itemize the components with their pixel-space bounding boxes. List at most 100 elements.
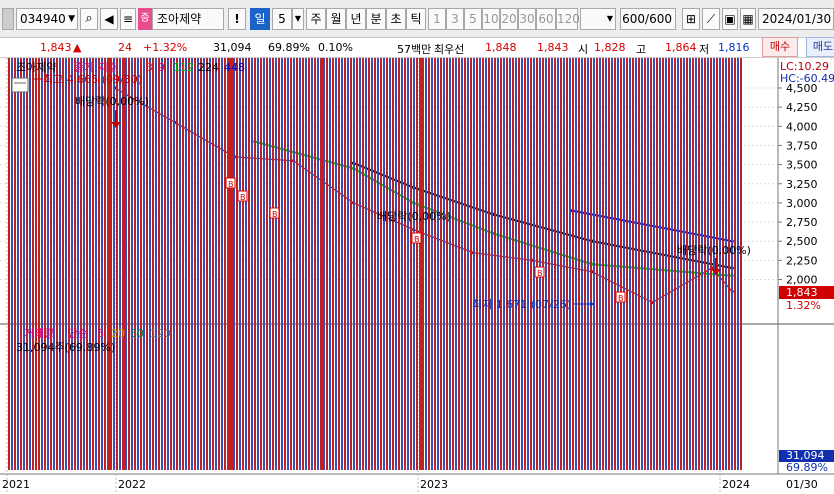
volume-bar (683, 58, 685, 470)
volume-bar (365, 58, 367, 470)
volume-bar (230, 58, 232, 470)
volume-bar (293, 58, 295, 470)
calendar-icon[interactable] (11, 77, 29, 93)
volume-bar (725, 58, 727, 471)
volume-bar (581, 58, 583, 470)
dividend-note-3: 배당락(0,00%) (677, 244, 751, 257)
volume-bar (38, 58, 40, 470)
period-day-button[interactable]: 일 (250, 8, 270, 30)
chevron-down-icon[interactable]: ▼ (68, 9, 75, 29)
volume-bar (518, 58, 520, 470)
period-tick-button[interactable]: 틱 (406, 8, 426, 30)
stock-chart[interactable]: 4,5004,2504,0003,7503,5003,2503,0002,750… (0, 58, 834, 494)
volume-bar (623, 58, 625, 470)
volume-bar (173, 58, 175, 470)
alert-button[interactable]: ! (228, 8, 246, 30)
volume-bar (383, 58, 385, 470)
calendar-icon[interactable]: ▦ (740, 8, 756, 30)
hc-value: HC:-60.49 (780, 72, 834, 85)
price-tick-label: 2,500 (786, 235, 818, 248)
volume-bar (473, 58, 475, 470)
up-arrow-icon: ▲ (73, 41, 82, 54)
minute-1-button[interactable]: 1 (428, 8, 446, 30)
volume-bar (269, 58, 271, 470)
volume-bar (566, 58, 568, 470)
minute-5-button[interactable]: 5 (464, 8, 482, 30)
search-icon[interactable]: ⌕ (80, 8, 98, 30)
sell-button[interactable]: 매도 (806, 37, 834, 57)
volume-bar (401, 58, 403, 470)
volume-bar (389, 58, 391, 470)
volume-bar (176, 58, 178, 470)
minute-20-button[interactable]: 20 (500, 8, 518, 30)
volume-bar (638, 58, 640, 471)
volume-bar (572, 58, 574, 470)
period-second-button[interactable]: 초 (386, 8, 406, 30)
minute-10-button[interactable]: 10 (482, 8, 500, 30)
quote-bar: 1,843 ▲ 24 +1.32% 31,094 69.89% 0.10% 57… (0, 38, 834, 58)
volume-bar (593, 58, 595, 470)
volume-bar (740, 58, 742, 470)
chevron-down-icon[interactable]: ▼ (292, 8, 304, 30)
volume-label: 거래량 (24, 327, 54, 340)
period-year-button[interactable]: 년 (346, 8, 366, 30)
minute-60-button[interactable]: 60 (536, 8, 556, 30)
volume-bar (413, 58, 415, 470)
period-week-button[interactable]: 주 (306, 8, 326, 30)
volume-bar (8, 58, 10, 470)
high-note: 최고 4,665 (09/30) (43, 73, 142, 86)
volume-bar (491, 58, 493, 470)
volume-bar (440, 58, 442, 470)
volume-bar (455, 58, 457, 470)
volume-bar (284, 58, 286, 470)
volume-bar (344, 58, 346, 470)
last-price-text: 1,843 (786, 286, 818, 299)
period-minute-button[interactable]: 분 (366, 8, 386, 30)
volume-bar (326, 58, 328, 470)
period-month-button[interactable]: 월 (326, 8, 346, 30)
volume-bar (479, 58, 481, 470)
volume-bar (203, 58, 205, 470)
stock-code-input[interactable]: 034940 ▼ (16, 8, 78, 30)
custom-period-dropdown[interactable]: ▼ (580, 8, 616, 30)
volume-bar (95, 58, 97, 470)
volume-value-text: 31,094주(69.89%) (16, 341, 115, 354)
volume-bar (197, 58, 199, 470)
volume-ma-60: 60 (130, 327, 144, 340)
volume-bar (74, 58, 76, 470)
volume-bar (635, 58, 637, 470)
volume-bar (311, 58, 313, 470)
buy-button[interactable]: 매수 (762, 37, 798, 57)
volume-bar (377, 58, 379, 470)
low-price: 1,816 (718, 41, 750, 54)
volume-bar (362, 58, 364, 470)
volume-bar (515, 58, 517, 470)
volume-bar (119, 58, 121, 470)
volume-bar (422, 58, 424, 470)
save-icon[interactable]: ▣ (722, 8, 738, 30)
minute-120-button[interactable]: 120 (556, 8, 580, 30)
volume-bar (260, 58, 262, 470)
chart-grid-icon[interactable]: ⊞ (682, 8, 700, 30)
stock-name-field[interactable]: 조아제약 (152, 8, 224, 30)
date-field[interactable]: 2024/01/30 (758, 8, 834, 30)
sound-settings-icon[interactable]: ≡ (120, 8, 136, 30)
volume-spike-bar (124, 58, 126, 470)
volume-bar (392, 58, 394, 470)
volume-bar (671, 58, 673, 470)
volume-bar (674, 58, 676, 470)
chart-line-icon[interactable]: ⟋ (702, 8, 720, 30)
volume-bar (329, 58, 331, 470)
period-value-field[interactable]: 5 (272, 8, 292, 30)
minute-30-button[interactable]: 30 (518, 8, 536, 30)
volume-bar (368, 58, 370, 470)
volume-bar (200, 58, 202, 470)
volume-bar (719, 58, 721, 470)
volume-bar (182, 58, 184, 470)
speaker-icon[interactable]: ◀ (100, 8, 118, 30)
volume-spike-bar (35, 58, 37, 470)
volume-bar (206, 58, 208, 470)
price-tick-label: 2,250 (786, 254, 818, 267)
minute-3-button[interactable]: 3 (446, 8, 464, 30)
count-field[interactable]: 600/600 (620, 8, 676, 30)
